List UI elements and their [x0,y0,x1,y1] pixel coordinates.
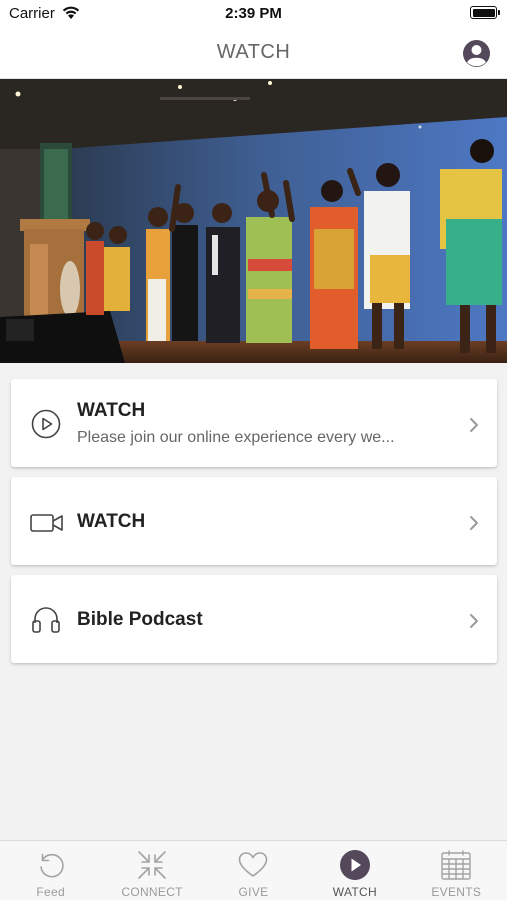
tab-connect[interactable]: CONNECT [101,841,202,900]
headphones-icon [32,607,60,633]
play-circle-icon [339,850,370,880]
page-title: WATCH [216,41,291,63]
calendar-icon [441,850,471,880]
bible-podcast-card[interactable]: Bible Podcast [11,575,497,663]
navigation-bar: WATCH [0,28,507,79]
tab-events[interactable]: EVENTS [406,841,507,900]
profile-icon[interactable] [462,39,491,68]
tab-label: GIVE [238,885,269,899]
tab-bar: Feed CONNECT GIVE WATCH EVENTS [0,840,507,900]
chevron-right-icon [470,418,478,432]
play-circle-icon [31,409,61,439]
video-camera-icon [30,514,63,532]
tab-label: WATCH [332,885,377,899]
status-time: 2:39 PM [225,5,282,22]
watch-online-card[interactable]: WATCH Please join our online experience … [11,379,497,467]
watch-video-card[interactable]: WATCH [11,477,497,565]
card-title: WATCH [77,400,146,421]
tab-label: EVENTS [431,885,482,899]
hero-image [0,79,507,363]
tab-label: CONNECT [121,885,183,899]
battery-icon [470,6,500,19]
heart-icon [239,852,268,877]
tab-give[interactable]: GIVE [203,841,304,900]
refresh-icon [39,853,64,878]
tab-watch[interactable]: WATCH [304,841,405,900]
card-title: WATCH [77,511,146,532]
arrows-in-icon [138,851,166,879]
card-subtitle: Please join our online experience every … [77,429,395,446]
status-bar: Carrier 2:39 PM [0,0,507,28]
tab-label: Feed [36,885,65,899]
chevron-right-icon [470,614,478,628]
card-title: Bible Podcast [77,609,203,630]
tab-feed[interactable]: Feed [0,841,101,900]
chevron-right-icon [470,516,478,530]
